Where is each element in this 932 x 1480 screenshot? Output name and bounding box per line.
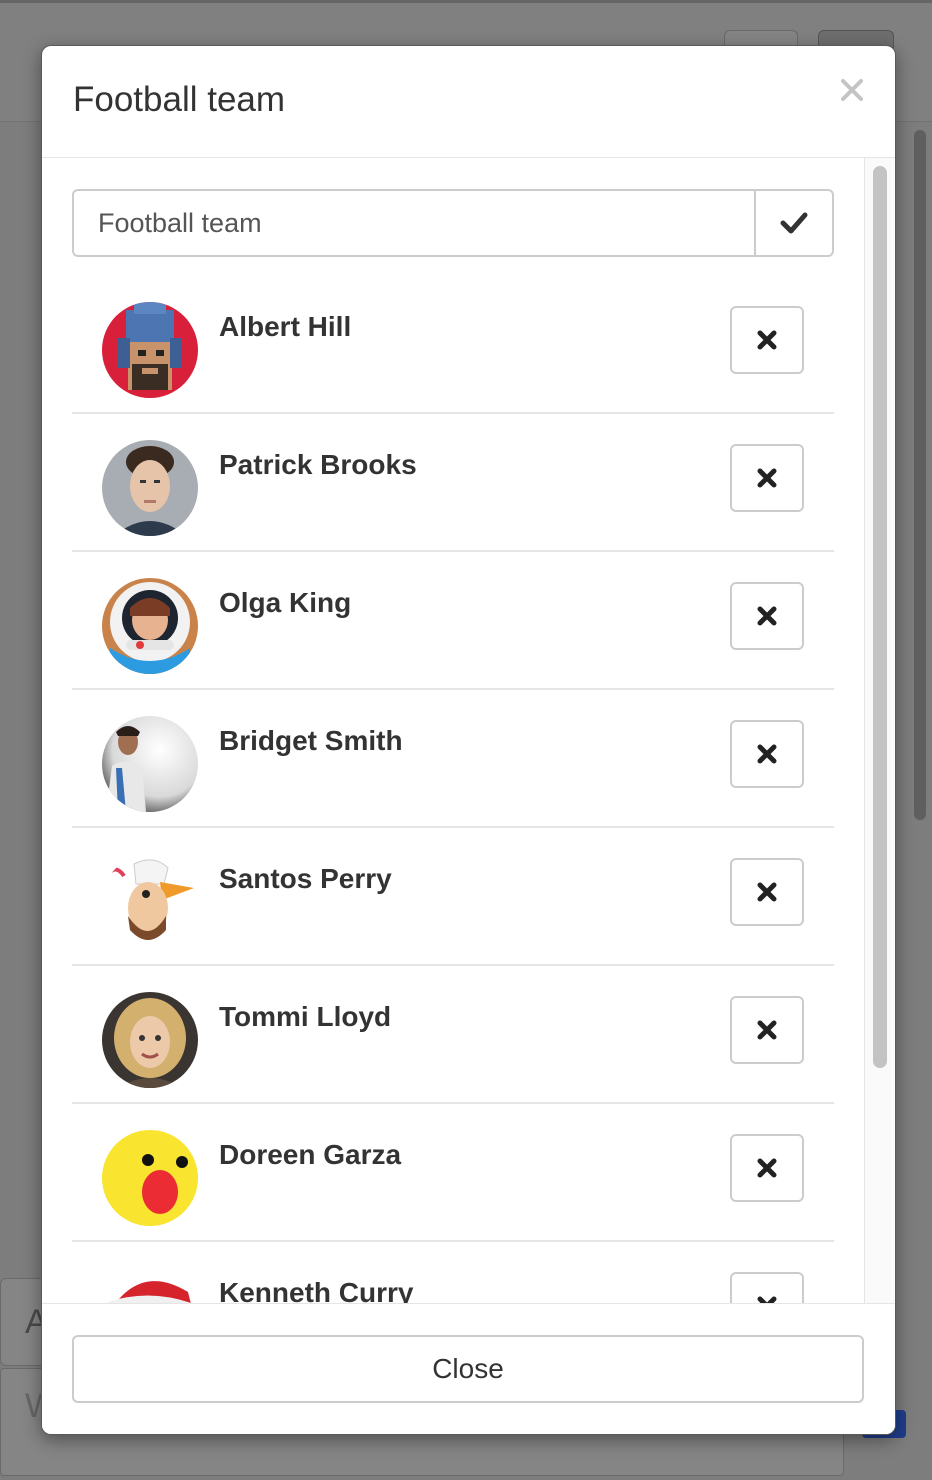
avatar (102, 992, 198, 1088)
member-name: Doreen Garza (219, 1139, 402, 1170)
avatar (102, 1130, 198, 1226)
modal-header: Football team (42, 46, 895, 158)
member-name: Patrick Brooks (219, 449, 417, 480)
remove-member-button[interactable] (730, 306, 804, 374)
times-icon (757, 744, 777, 764)
member-name: Tommi Lloyd (219, 1001, 392, 1032)
times-icon (757, 606, 777, 626)
remove-member-button[interactable] (730, 1134, 804, 1202)
close-icon[interactable] (838, 76, 866, 104)
times-icon (757, 1020, 777, 1040)
checkmark-icon (780, 212, 808, 234)
member-name: Albert Hill (219, 311, 352, 342)
background-scrollbar (910, 126, 930, 826)
avatar (102, 578, 198, 674)
member-row: Bridget Smith (72, 690, 834, 828)
member-name: Santos Perry (219, 863, 392, 894)
member-row: Tommi Lloyd (72, 966, 834, 1104)
member-row: Santos Perry (72, 828, 834, 966)
member-row: Albert Hill (72, 276, 834, 414)
confirm-name-button[interactable] (754, 189, 834, 257)
member-name: Kenneth Curry (219, 1277, 414, 1303)
member-row: Kenneth Curry (72, 1242, 834, 1303)
times-icon (757, 882, 777, 902)
modal-title: Football team (73, 80, 286, 119)
member-row: Doreen Garza (72, 1104, 834, 1242)
times-icon (757, 330, 777, 350)
modal-scrollbar[interactable] (864, 158, 895, 1303)
avatar (102, 854, 198, 950)
times-icon (757, 1158, 777, 1178)
group-name-input-group (72, 189, 834, 257)
times-icon (757, 468, 777, 488)
remove-member-button[interactable] (730, 1272, 804, 1303)
avatar (102, 1268, 198, 1303)
remove-member-button[interactable] (730, 444, 804, 512)
member-name: Olga King (219, 587, 352, 618)
group-name-input[interactable] (72, 189, 756, 257)
group-edit-modal: Football team Football team Albert Hill … (41, 45, 896, 1435)
remove-member-button[interactable] (730, 720, 804, 788)
modal-footer: Close (42, 1303, 895, 1434)
avatar (102, 716, 198, 812)
avatar (102, 302, 198, 398)
remove-member-button[interactable] (730, 582, 804, 650)
avatar (102, 440, 198, 536)
member-row: Olga King (72, 552, 834, 690)
modal-body: Albert Hill Patrick Brooks (42, 158, 895, 1303)
remove-member-button[interactable] (730, 996, 804, 1064)
scrollbar-thumb[interactable] (873, 166, 887, 1068)
member-name: Bridget Smith (219, 725, 403, 756)
times-icon (757, 1296, 777, 1303)
close-button[interactable]: Close (72, 1335, 864, 1403)
member-row: Patrick Brooks (72, 414, 834, 552)
remove-member-button[interactable] (730, 858, 804, 926)
